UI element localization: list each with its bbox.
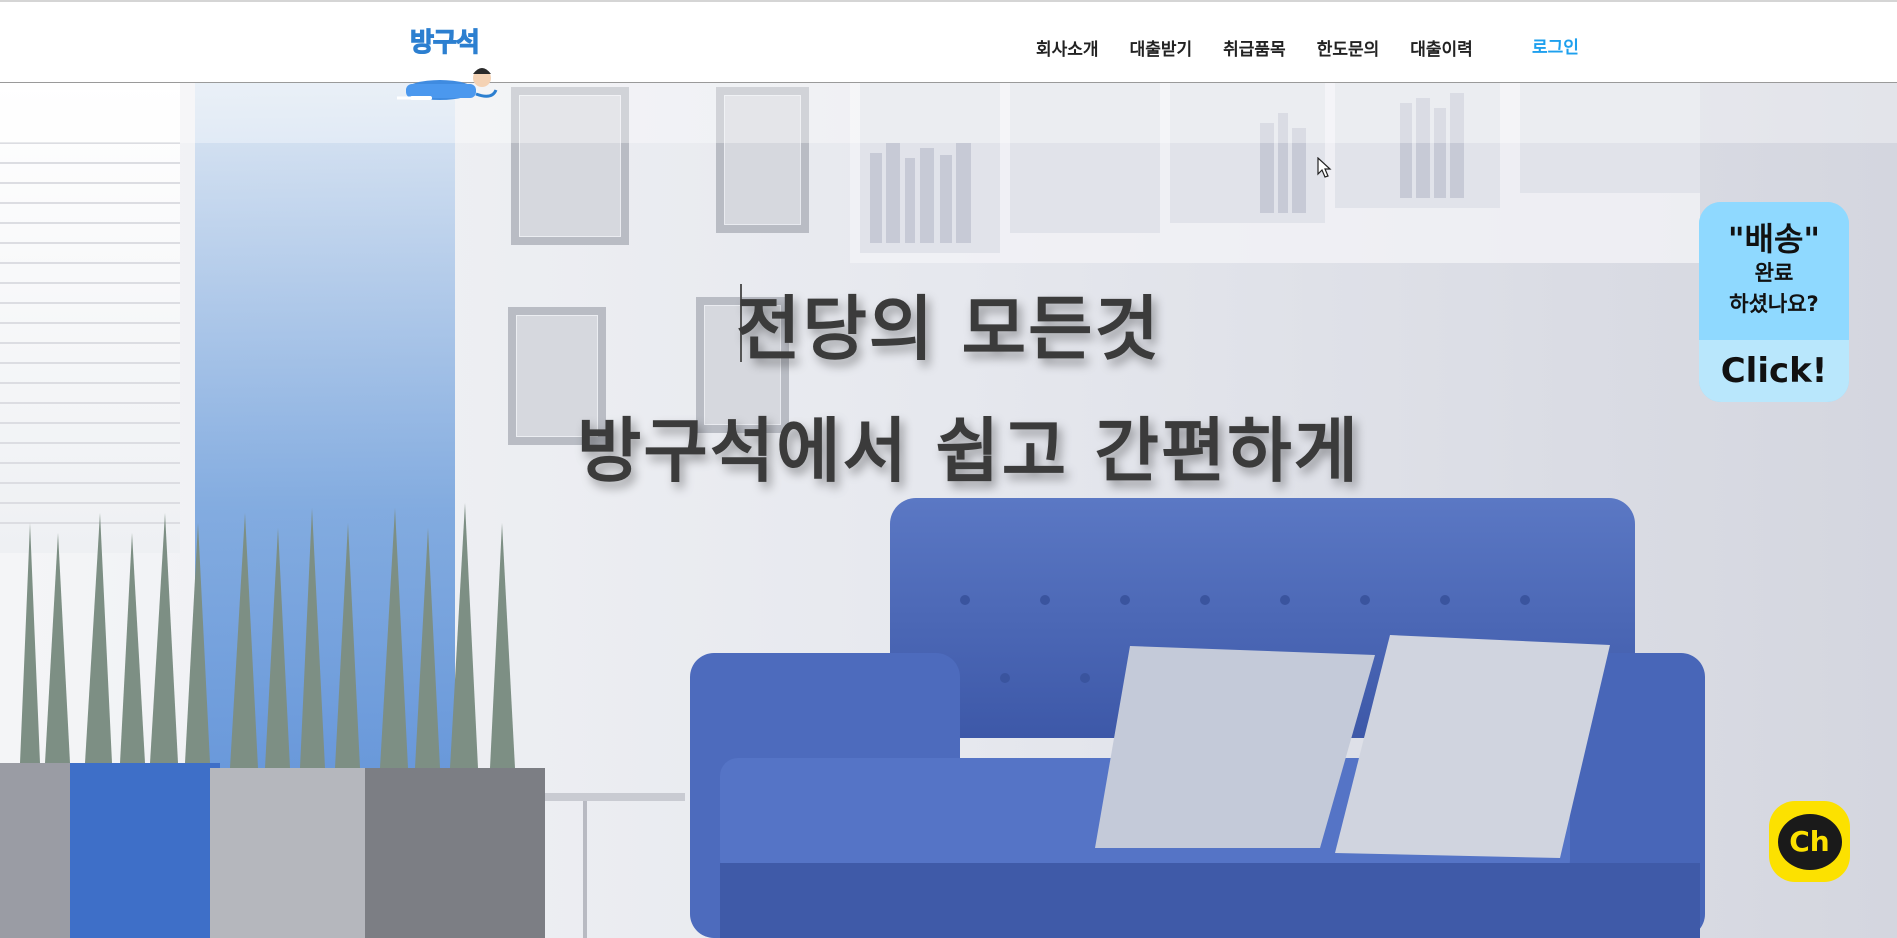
hero-headline-line2: 방구석에서 쉽고 간편하게 bbox=[576, 410, 1361, 492]
delivery-banner-line3: 하셨나요? bbox=[1729, 292, 1819, 316]
hero-headline-line1: 전당의 모든것 bbox=[736, 288, 1161, 370]
nav-item-items[interactable]: 취급품목 bbox=[1223, 35, 1286, 60]
nav-item-company[interactable]: 회사소개 bbox=[1036, 35, 1099, 60]
hero-section bbox=[0, 83, 1897, 938]
delivery-banner-title: "배송" bbox=[1727, 220, 1821, 258]
chat-channel-button[interactable]: Ch bbox=[1769, 801, 1850, 882]
delivery-complete-banner[interactable]: "배송" 완료 하셨나요? Click! bbox=[1699, 202, 1849, 402]
delivery-banner-text: "배송" 완료 하셨나요? bbox=[1699, 202, 1849, 340]
logo-text: 방구석 bbox=[409, 27, 480, 58]
nav-item-loan[interactable]: 대출받기 bbox=[1130, 35, 1193, 60]
mouse-cursor-icon bbox=[1317, 157, 1332, 178]
site-header: 회사소개 대출받기 취급품목 한도문의 대출이력 로그인 bbox=[0, 2, 1897, 83]
living-room-illustration bbox=[0, 83, 1897, 938]
nav-item-loan-history[interactable]: 대출이력 bbox=[1410, 35, 1473, 60]
site-logo[interactable]: 방구석 bbox=[392, 20, 502, 104]
main-nav: 회사소개 대출받기 취급품목 한도문의 대출이력 bbox=[1036, 35, 1504, 60]
login-link[interactable]: 로그인 bbox=[1532, 33, 1579, 58]
nav-item-limit-inquiry[interactable]: 한도문의 bbox=[1317, 35, 1380, 60]
chat-button-label: Ch bbox=[1789, 825, 1830, 858]
delivery-banner-line2: 완료 bbox=[1754, 261, 1794, 285]
delivery-click-button[interactable]: Click! bbox=[1699, 340, 1849, 402]
chat-bubble-icon: Ch bbox=[1777, 813, 1842, 870]
lying-person-icon bbox=[397, 68, 498, 100]
